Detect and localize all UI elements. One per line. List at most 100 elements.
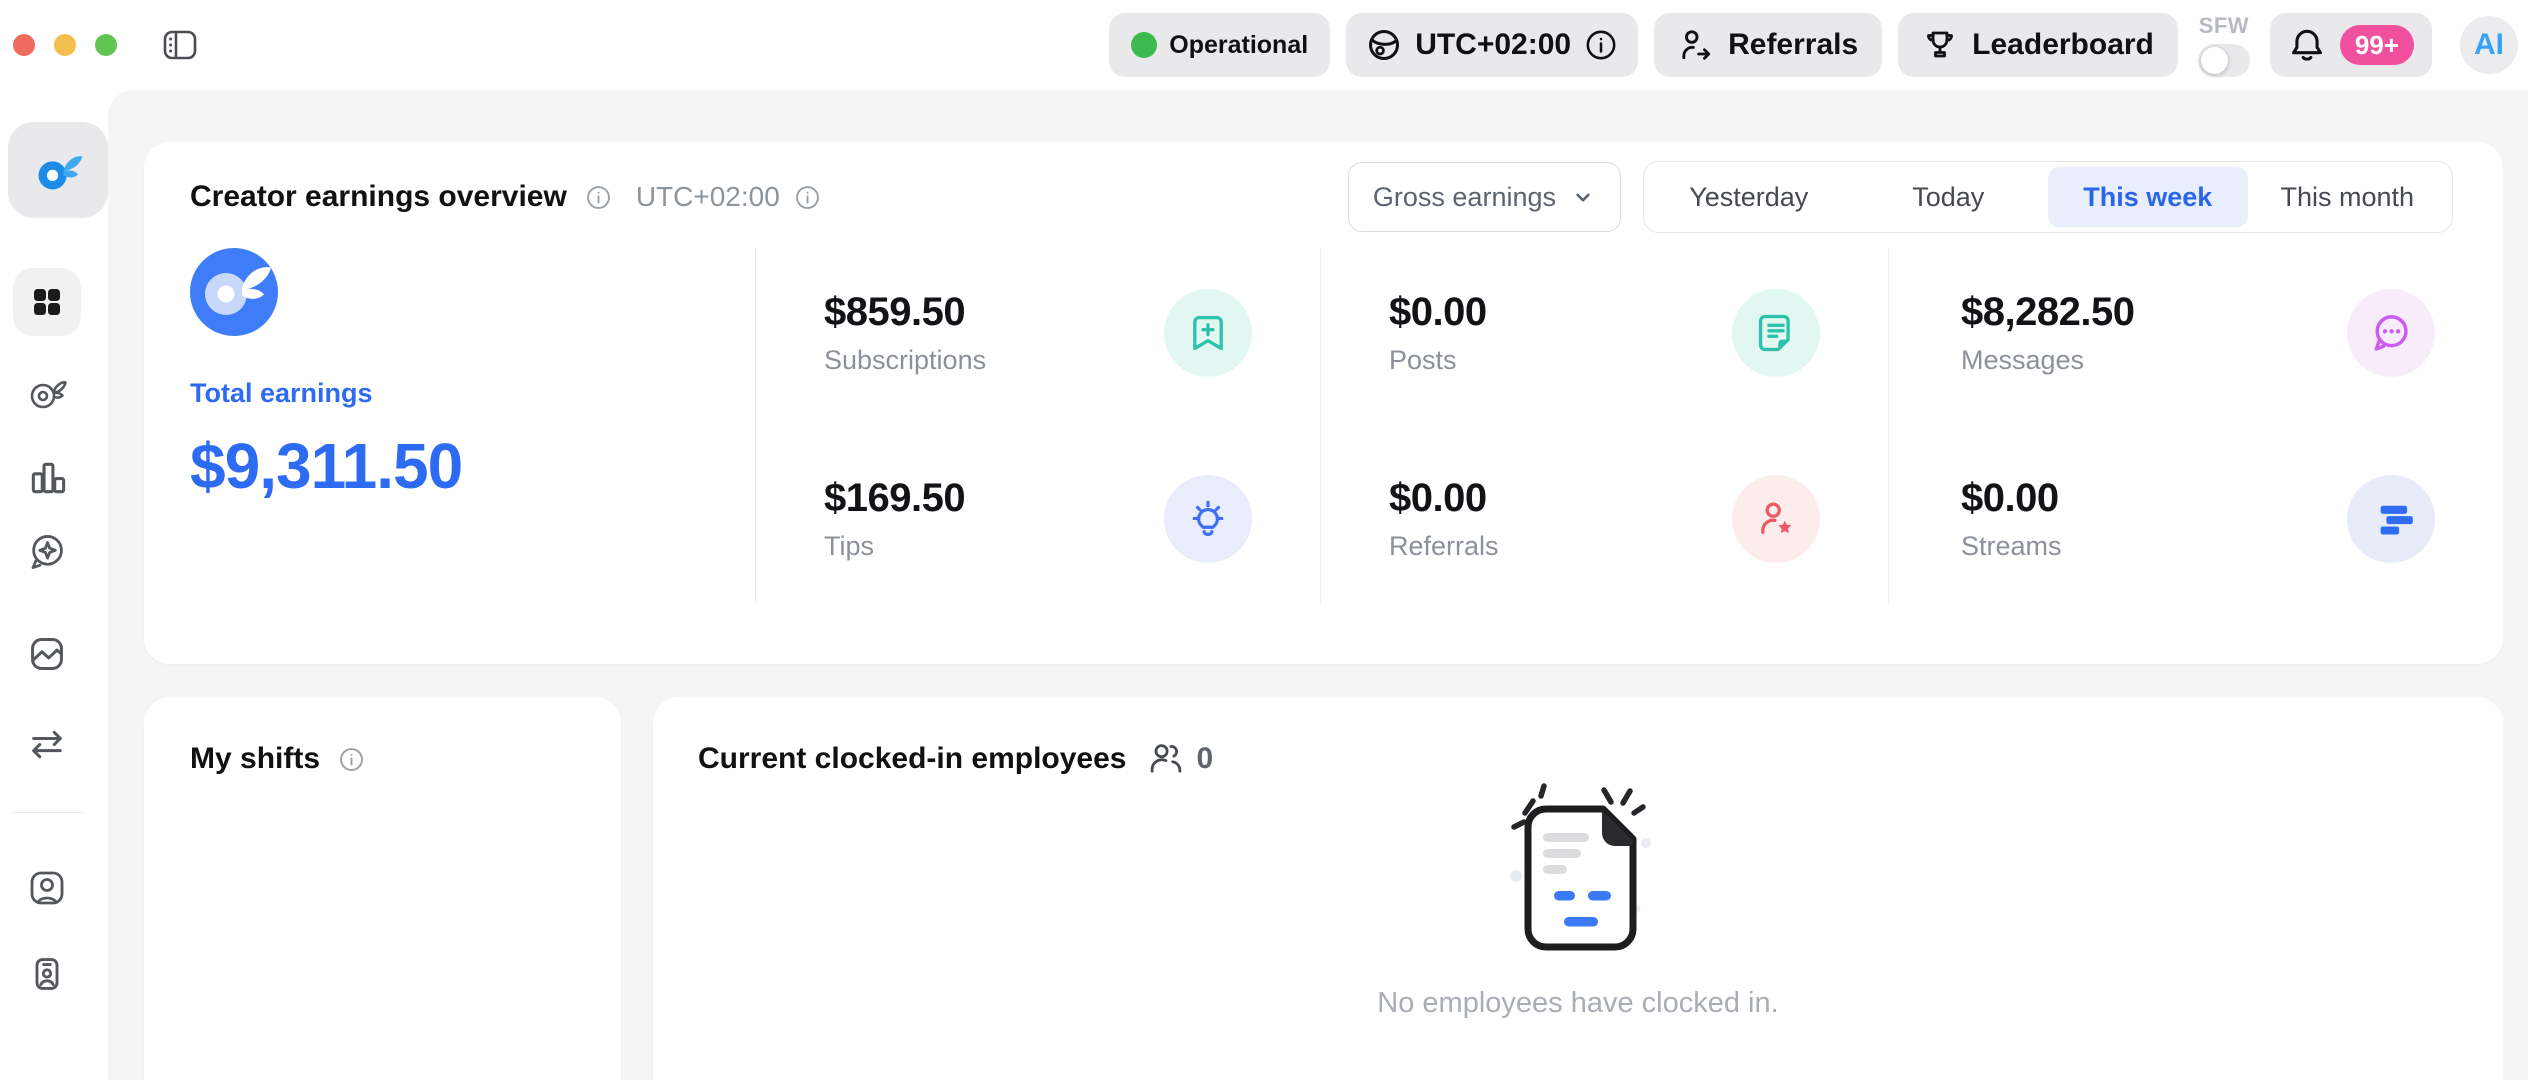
referrals-button[interactable]: Referrals — [1654, 13, 1882, 77]
tab-this-month[interactable]: This month — [2248, 167, 2448, 227]
empty-document-illustration — [1478, 781, 1678, 971]
shifts-header: My shifts — [144, 697, 621, 781]
stats-column: $8,282.50 Messages — [1888, 248, 2503, 604]
empty-state-message: No employees have clocked in. — [1377, 987, 1778, 1020]
leaderboard-button[interactable]: Leaderboard — [1898, 13, 2178, 77]
sidebar-item-account[interactable] — [27, 868, 67, 908]
stream-bars-icon — [2368, 496, 2414, 542]
creator-earnings-card: Creator earnings overview UTC+02:00 Gros… — [144, 142, 2503, 664]
sidebar-item-media[interactable] — [27, 634, 67, 674]
tab-today[interactable]: Today — [1849, 167, 2049, 227]
clocked-in-title: Current clocked-in employees — [698, 742, 1126, 776]
topbar-actions: Operational UTC+02:00 Referrals — [1109, 13, 2518, 77]
earnings-info-button[interactable] — [585, 184, 612, 211]
account-profile-icon — [27, 867, 67, 909]
status-badge[interactable]: Operational — [1109, 13, 1330, 77]
stat-label: Referrals — [1389, 531, 1499, 562]
earnings-timezone: UTC+02:00 — [636, 181, 780, 213]
statistics-bars-icon — [28, 459, 66, 497]
info-icon — [794, 184, 821, 211]
leaderboard-label: Leaderboard — [1972, 28, 2154, 62]
total-earnings-label: Total earnings — [190, 378, 755, 409]
zoom-window-button[interactable] — [95, 34, 117, 56]
sidebar-toggle-button[interactable] — [163, 30, 197, 60]
earnings-tabs: Yesterday Today This week This month — [1643, 161, 2453, 233]
minimize-window-button[interactable] — [54, 34, 76, 56]
avatar-initials: AI — [2474, 28, 2504, 62]
sfw-toggle[interactable] — [2198, 44, 2250, 77]
sidebar-item-ai-chat[interactable] — [27, 532, 67, 572]
dashboard-grid-icon — [29, 284, 65, 320]
stat-tips: $169.50 Tips — [824, 434, 1320, 604]
user-avatar[interactable]: AI — [2460, 16, 2518, 74]
document-icon — [1754, 311, 1798, 355]
status-dot-icon — [1131, 32, 1157, 58]
clocked-in-count: 0 — [1196, 742, 1213, 776]
onlyfans-outline-icon — [27, 371, 67, 413]
tab-this-week[interactable]: This week — [2048, 167, 2248, 227]
messages-bubble — [2347, 289, 2435, 377]
stat-value: $0.00 — [1961, 476, 2062, 521]
shifts-title: My shifts — [190, 742, 320, 776]
stat-posts: $0.00 Posts — [1389, 248, 1888, 418]
stats-column: $859.50 Subscriptions $169.50 — [755, 248, 1320, 604]
stat-value: $169.50 — [824, 476, 965, 521]
trophy-icon — [1922, 27, 1958, 63]
notification-badge: 99+ — [2340, 25, 2414, 65]
stats-column: $0.00 Posts $0.00 — [1320, 248, 1888, 604]
stat-label: Subscriptions — [824, 345, 986, 376]
clocked-in-card: Current clocked-in employees 0 — [653, 697, 2503, 1080]
stat-label: Posts — [1389, 345, 1487, 376]
sfw-toggle-knob — [2201, 47, 2228, 74]
sfw-label: SFW — [2199, 13, 2249, 39]
earnings-type-dropdown[interactable]: Gross earnings — [1348, 162, 1621, 232]
earnings-controls: Gross earnings Yesterday Today This week… — [1348, 161, 2453, 233]
person-star-icon — [1754, 497, 1798, 541]
my-shifts-card: My shifts — [144, 697, 621, 1080]
referrals-label: Referrals — [1728, 28, 1858, 62]
earnings-type-selected: Gross earnings — [1373, 182, 1556, 213]
people-icon — [1146, 739, 1186, 779]
stat-subscriptions: $859.50 Subscriptions — [824, 248, 1320, 418]
timezone-info-button[interactable] — [794, 184, 821, 211]
posts-bubble — [1732, 289, 1820, 377]
chat-dots-icon — [2368, 310, 2414, 356]
sidebar-item-employees[interactable] — [27, 954, 67, 994]
stat-value: $0.00 — [1389, 290, 1487, 335]
sidebar-item-transactions[interactable] — [27, 724, 67, 764]
stat-value: $0.00 — [1389, 476, 1499, 521]
close-window-button[interactable] — [13, 34, 35, 56]
bottom-row: My shifts Current clocked-in employees — [144, 697, 2503, 1080]
sidebar-item-statistics[interactable] — [27, 458, 67, 498]
timezone-button[interactable]: UTC+02:00 — [1346, 13, 1638, 77]
earnings-header: Creator earnings overview UTC+02:00 Gros… — [144, 142, 2503, 214]
stat-streams: $0.00 Streams — [1961, 434, 2503, 604]
stat-label: Messages — [1961, 345, 2134, 376]
tab-yesterday[interactable]: Yesterday — [1649, 167, 1849, 227]
sidebar-item-brand-home[interactable] — [8, 122, 108, 218]
clocked-in-header: Current clocked-in employees 0 — [653, 697, 2503, 781]
shifts-info-button[interactable] — [338, 746, 365, 773]
chevron-down-icon — [1570, 184, 1596, 210]
lightbulb-icon — [1186, 497, 1230, 541]
stat-referrals: $0.00 Referrals — [1389, 434, 1888, 604]
bell-icon — [2288, 26, 2326, 64]
sidebar-item-dashboard[interactable] — [13, 268, 81, 336]
stat-messages: $8,282.50 Messages — [1961, 248, 2503, 418]
referrals-person-icon — [1678, 27, 1714, 63]
earnings-title: Creator earnings overview — [190, 180, 567, 214]
notifications-button[interactable]: 99+ — [2270, 13, 2432, 77]
bookmark-plus-icon — [1186, 311, 1230, 355]
panel-toggle-icon — [163, 30, 197, 60]
sidebar-divider — [12, 812, 84, 813]
employee-badge-icon — [27, 954, 67, 994]
sfw-toggle-group: SFW — [2194, 13, 2254, 77]
info-icon — [1584, 28, 1618, 62]
status-label: Operational — [1169, 31, 1308, 60]
tips-bubble — [1164, 475, 1252, 563]
streams-bubble — [2347, 475, 2435, 563]
clocked-in-count-group: 0 — [1146, 739, 1213, 779]
brand-logo-circle-icon — [190, 248, 278, 336]
sidebar-item-creator[interactable] — [27, 372, 67, 412]
stat-label: Tips — [824, 531, 965, 562]
